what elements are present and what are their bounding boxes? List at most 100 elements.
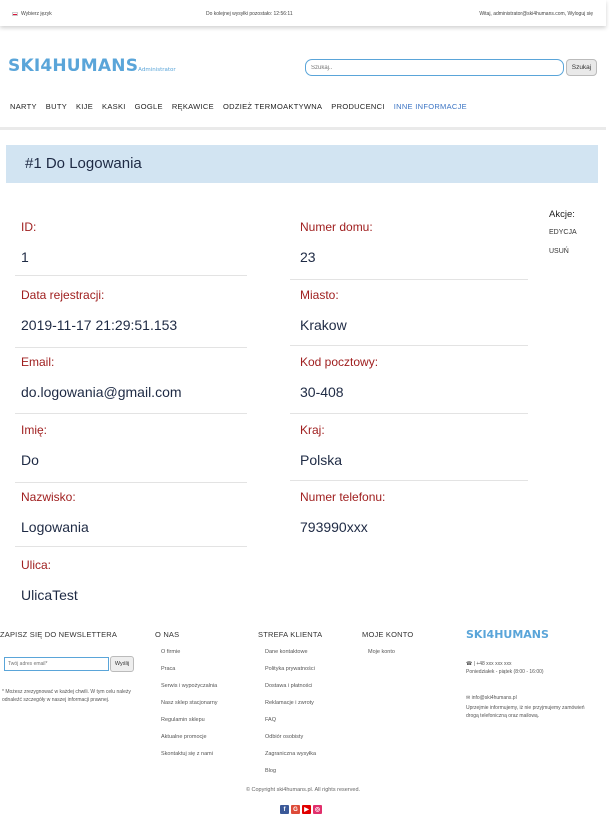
client-zone-heading: STREFA KLIENTA [258, 630, 323, 639]
field-label: Email: [21, 355, 55, 369]
field-value: Logowania [21, 519, 89, 535]
footer-link[interactable]: Blog [265, 768, 276, 774]
footer-link[interactable]: Zagraniczna wysyłka [265, 751, 316, 757]
field-divider [290, 345, 528, 346]
field-divider [15, 482, 247, 483]
field-value: Polska [300, 452, 343, 468]
field-street: Ulica: UlicaTest [21, 558, 248, 603]
main-nav: NARTY BUTY KIJE KASKI GOGLE RĘKAWICE ODZ… [10, 102, 476, 111]
field-city: Miasto: Krakow [300, 288, 527, 333]
nav-item-producenci[interactable]: PRODUCENCI [331, 102, 384, 111]
field-postal-code: Kod pocztowy: 30-408 [300, 355, 527, 400]
field-value: Krakow [300, 317, 347, 333]
field-label: Ulica: [21, 558, 52, 572]
footer-logo[interactable]: SKI4HUMANS [466, 628, 549, 641]
footer-link[interactable]: Regulamin sklepu [161, 717, 205, 723]
footer-link[interactable]: Polityka prywatności [265, 666, 315, 672]
nav-item-rekawice[interactable]: RĘKAWICE [172, 102, 214, 111]
social-links: f G ▶ ◎ [280, 805, 322, 814]
email-note: Uprzejmie informujemy, iż nie przyjmujem… [466, 705, 585, 719]
polish-flag-icon [12, 12, 18, 16]
nav-item-kaski[interactable]: KASKI [102, 102, 126, 111]
search-button[interactable]: Szukaj [566, 59, 597, 76]
newsletter-heading: ZAPISZ SIĘ DO NEWSLETTERA [0, 630, 118, 639]
search-input[interactable] [305, 59, 564, 76]
nav-item-kije[interactable]: KIJE [76, 102, 93, 111]
footer-link[interactable]: Aktualne promocje [161, 734, 207, 740]
footer-link[interactable]: O firmie [161, 649, 180, 655]
field-value: 1 [21, 249, 29, 265]
envelope-icon: ✉ [466, 695, 471, 701]
footer-link[interactable]: Skontaktuj się z nami [161, 751, 213, 757]
field-value: do.logowania@gmail.com [21, 384, 182, 400]
top-bar: Wybierz język Do kolejnej wysyłki pozost… [0, 0, 606, 26]
field-value: Do [21, 452, 39, 468]
phone-number: | +48 xxx xxx xxx [473, 661, 512, 667]
delete-link[interactable]: USUŃ [549, 248, 577, 255]
nav-item-inne-informacje[interactable]: INNE INFORMACJE [394, 102, 467, 111]
phone-contact: ☎ | +48 xxx xxx xxx Poniedziałek - piąte… [466, 660, 544, 676]
newsletter-submit-button[interactable]: Wyślij [110, 656, 134, 672]
field-value: 793990xxx [300, 519, 368, 535]
field-divider [15, 546, 247, 547]
field-label: Numer domu: [300, 220, 373, 234]
youtube-icon[interactable]: ▶ [302, 805, 311, 814]
field-label: Numer telefonu: [300, 490, 386, 504]
newsletter-note: * Możesz zrezygnować w każdej chwili. W … [2, 689, 131, 703]
user-title-bar: #1 Do Logowania [6, 145, 598, 183]
nav-item-buty[interactable]: BUTY [46, 102, 67, 111]
opening-hours: Poniedziałek - piątek (8:00 - 16:00) [466, 669, 544, 675]
instagram-icon[interactable]: ◎ [313, 805, 322, 814]
field-registration-date: Data rejestracji: 2019-11-17 21:29:51.15… [21, 288, 248, 333]
field-last-name: Nazwisko: Logowania [21, 490, 248, 535]
logo-admin-label: Administrator [138, 67, 176, 73]
google-plus-icon[interactable]: G [291, 805, 300, 814]
footer-link[interactable]: Praca [161, 666, 175, 672]
field-label: Kod pocztowy: [300, 355, 379, 369]
footer-link[interactable]: Dane kontaktowe [265, 649, 308, 655]
edit-link[interactable]: EDYCJA [549, 229, 577, 236]
language-label: Wybierz język [21, 11, 52, 17]
field-first-name: Imię: Do [21, 423, 248, 468]
footer-link[interactable]: Moje konto [368, 649, 395, 655]
field-house-number: Numer domu: 23 [300, 220, 527, 265]
shipping-countdown: Do kolejnej wysyłki pozostało: 12:56:11 [206, 11, 293, 17]
newsletter-email-input[interactable] [4, 657, 109, 671]
footer-link[interactable]: Nasz sklep stacjonarny [161, 700, 218, 706]
footer-link[interactable]: Dostawa i płatności [265, 683, 312, 689]
welcome-logout[interactable]: Witaj, administrator@ski4humans.com, Wyl… [479, 11, 593, 17]
field-value: UlicaTest [21, 587, 78, 603]
field-email: Email: do.logowania@gmail.com [21, 355, 248, 400]
account-heading: MOJE KONTO [362, 630, 414, 639]
field-label: Data rejestracji: [21, 288, 105, 302]
footer-link[interactable]: Odbiór osobisty [265, 734, 303, 740]
field-id: ID: 1 [21, 220, 248, 265]
field-divider [290, 279, 528, 280]
field-country: Kraj: Polska [300, 423, 527, 468]
actions-panel: Akcje: EDYCJA USUŃ [549, 209, 577, 255]
phone-icon: ☎ [466, 661, 473, 667]
facebook-icon[interactable]: f [280, 805, 289, 814]
field-label: Kraj: [300, 423, 325, 437]
footer-link[interactable]: Serwis i wypożyczalnia [161, 683, 217, 689]
contact-email[interactable]: info@ski4humans.pl [472, 695, 517, 701]
field-phone: Numer telefonu: 793990xxx [300, 490, 527, 535]
field-value: 2019-11-17 21:29:51.153 [21, 317, 178, 333]
field-label: Nazwisko: [21, 490, 76, 504]
field-divider [15, 347, 247, 348]
footer-link[interactable]: FAQ [265, 717, 276, 723]
field-label: ID: [21, 220, 37, 234]
nav-item-odziez[interactable]: ODZIEŻ TERMOAKTYWNA [223, 102, 322, 111]
nav-divider [0, 127, 606, 130]
nav-item-gogle[interactable]: GOGLE [135, 102, 163, 111]
field-divider [290, 413, 528, 414]
about-heading: O NAS [155, 630, 180, 639]
field-divider [290, 480, 528, 481]
field-divider [15, 413, 247, 414]
page-title: #1 Do Logowania [25, 155, 142, 172]
language-selector[interactable]: Wybierz język [12, 11, 52, 17]
nav-item-narty[interactable]: NARTY [10, 102, 37, 111]
site-logo[interactable]: SKI4HUMANSAdministrator [8, 56, 176, 76]
copyright: © Copyright ski4humans.pl. All rights re… [245, 787, 361, 793]
footer-link[interactable]: Reklamacje i zwroty [265, 700, 314, 706]
